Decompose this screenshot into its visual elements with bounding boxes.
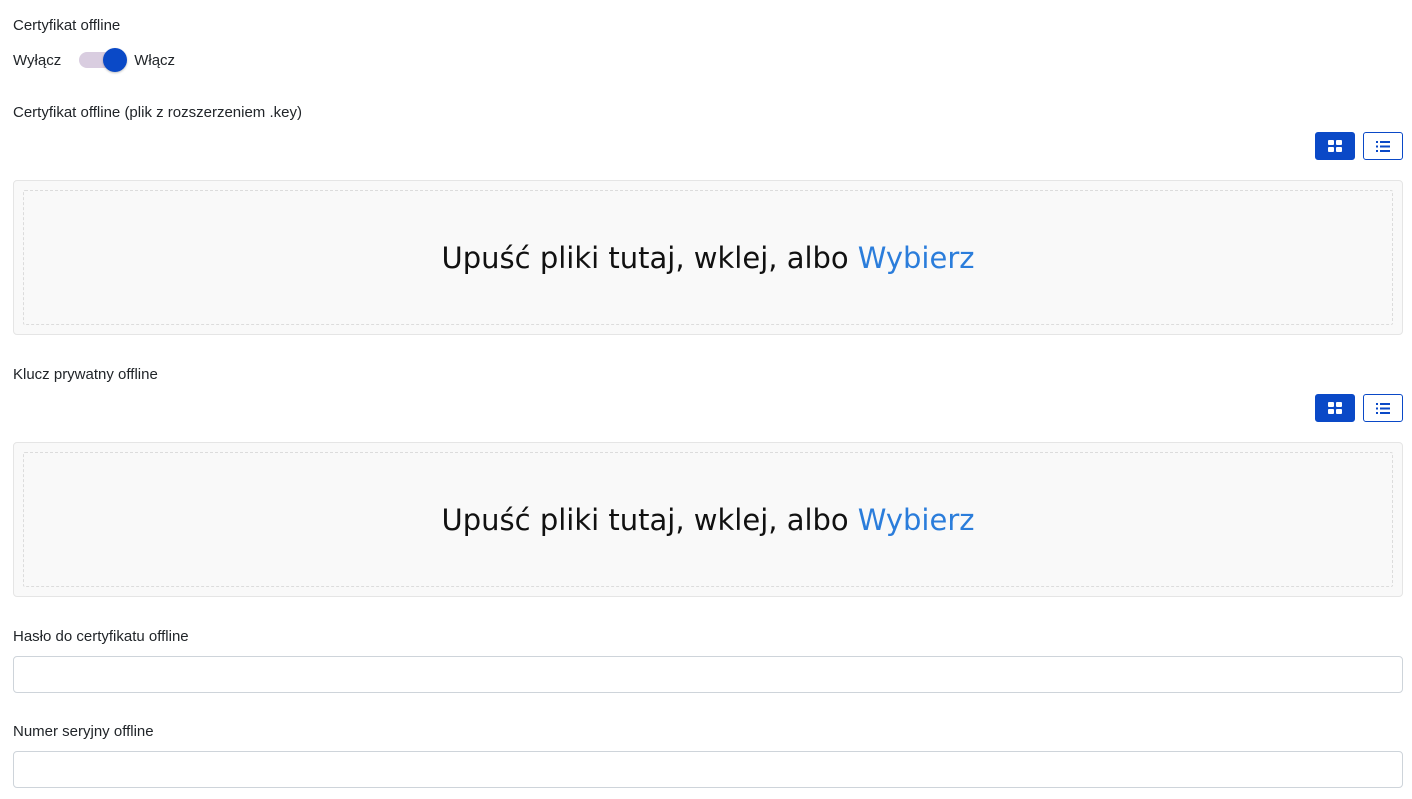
certificate-dropzone-area[interactable]: Upuść pliki tutaj, wklej, albo Wybierz [23,190,1393,325]
dropzone-browse-link[interactable]: Wybierz [858,503,975,537]
grid-icon [1328,402,1342,414]
certificate-grid-view-button[interactable] [1315,132,1355,160]
private-key-grid-view-button[interactable] [1315,394,1355,422]
certificate-dropzone[interactable]: Upuść pliki tutaj, wklej, albo Wybierz [13,180,1403,335]
dropzone-text: Upuść pliki tutaj, wklej, albo [441,240,849,275]
grid-icon [1328,140,1342,152]
toggle-knob [103,48,128,72]
private-key-label: Klucz prywatny offline [13,366,158,383]
offline-certificate-form: Certyfikat offline Wyłącz Włącz Certyfik… [0,0,1412,799]
private-key-dropzone-area[interactable]: Upuść pliki tutaj, wklej, albo Wybierz [23,452,1393,587]
serial-number-field[interactable] [13,751,1403,788]
certificate-list-view-button[interactable] [1363,132,1403,160]
private-key-list-view-button[interactable] [1363,394,1403,422]
serial-number-label: Numer seryjny offline [13,723,154,740]
certificate-file-label: Certyfikat offline (plik z rozszerzeniem… [13,104,302,121]
offline-certificate-label: Certyfikat offline [13,17,121,34]
dropzone-browse-link[interactable]: Wybierz [858,241,975,275]
list-icon [1376,140,1390,152]
toggle-on-label: Włącz [134,51,176,69]
list-icon [1376,402,1390,414]
password-label: Hasło do certyfikatu offline [13,628,189,645]
private-key-dropzone[interactable]: Upuść pliki tutaj, wklej, albo Wybierz [13,442,1403,597]
offline-certificate-toggle[interactable] [79,48,129,72]
dropzone-text: Upuść pliki tutaj, wklej, albo [441,502,849,537]
offline-certificate-toggle-row: Wyłącz Włącz [13,48,176,72]
toggle-off-label: Wyłącz [13,51,62,69]
password-field[interactable] [13,656,1403,693]
